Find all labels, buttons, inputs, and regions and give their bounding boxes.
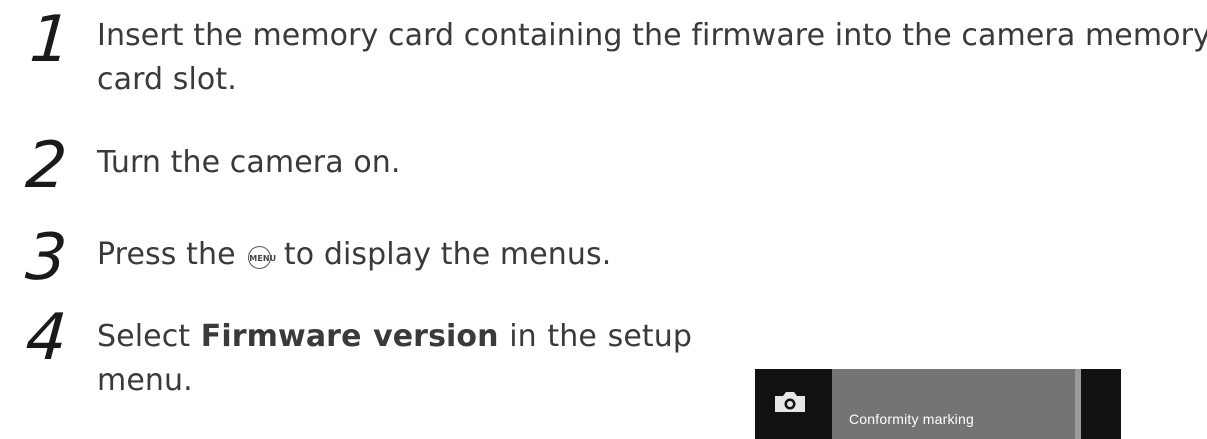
step-3-after: to display the menus.	[283, 237, 612, 272]
menu-item-conformity-marking[interactable]: Conformity marking	[849, 411, 974, 427]
camera-icon	[775, 392, 805, 412]
scrollbar-edge	[1075, 369, 1081, 439]
step-4-line-2: menu.	[97, 363, 193, 398]
step-4-after: in the setup	[509, 319, 693, 354]
menu-button-icon: MENU	[248, 246, 276, 269]
firmware-version-label: Firmware version	[200, 319, 499, 354]
step-1-line-2: card slot.	[97, 62, 237, 97]
step-3-text: Press the MENU to display the menus.	[97, 233, 611, 277]
step-number-2: 2	[23, 129, 70, 203]
step-number-3: 3	[23, 221, 70, 295]
step-4-before: Select	[97, 319, 191, 354]
step-2-text: Turn the camera on.	[97, 145, 401, 180]
step-1-line-1: Insert the memory card containing the fi…	[97, 18, 1207, 53]
menu-item-highlight[interactable]	[832, 369, 1075, 439]
step-number-1: 1	[27, 3, 74, 77]
step-number-4: 4	[23, 301, 70, 375]
step-3-before: Press the	[97, 237, 236, 272]
camera-menu-screen: Conformity marking	[755, 369, 1121, 439]
step-4-line-1: Select Firmware version in the setup	[97, 315, 692, 359]
